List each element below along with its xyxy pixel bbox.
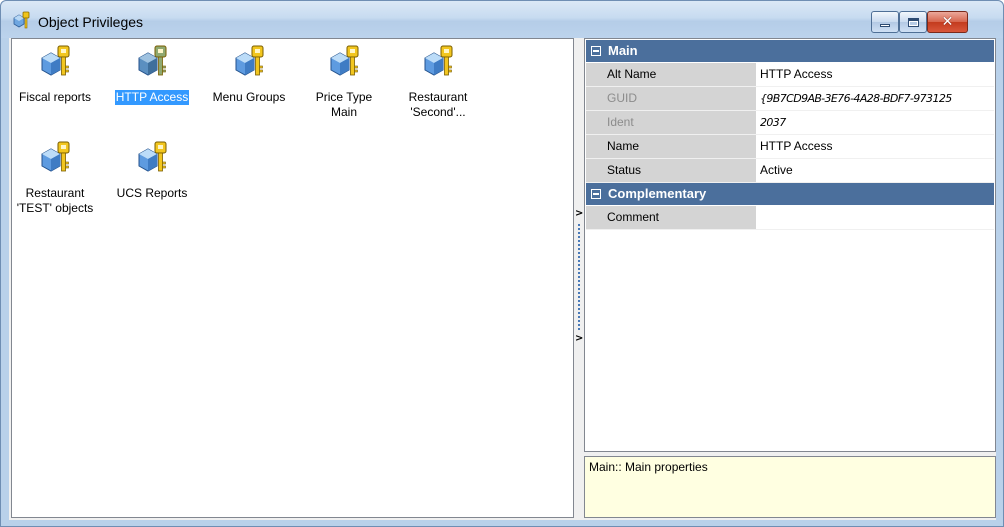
property-description-panel: Main:: Main properties xyxy=(584,456,996,518)
property-value[interactable]: HTTP Access xyxy=(756,63,994,86)
property-value[interactable] xyxy=(756,206,994,229)
object-item[interactable]: UCS Reports xyxy=(107,140,197,201)
category-complementary[interactable]: Complementary xyxy=(586,183,994,205)
main-property-row[interactable]: Alt Name HTTP Access xyxy=(586,63,994,87)
category-main[interactable]: Main xyxy=(586,40,994,62)
property-value: {9B7CD9AB-3E76-4A28-BDF7-973125 xyxy=(760,92,952,105)
object-key-icon xyxy=(138,141,167,172)
property-name: Comment xyxy=(586,206,756,229)
property-name: GUID xyxy=(586,87,756,110)
object-item-label: UCS Reports xyxy=(116,186,188,200)
object-item-label: Restaurant 'Second'... xyxy=(408,90,468,119)
category-complementary-label: Complementary xyxy=(608,186,707,201)
title-bar[interactable]: Object Privileges ✕ xyxy=(1,1,1003,38)
maximize-icon xyxy=(907,17,919,27)
category-main-label: Main xyxy=(608,43,638,58)
object-item-label: Restaurant 'TEST' objects xyxy=(16,186,94,215)
property-grid[interactable]: Main Alt Name HTTP Access GUID {9B7CD9AB-3E… xyxy=(584,38,996,452)
object-key-icon xyxy=(41,45,70,76)
object-key-icon xyxy=(138,45,167,76)
main-property-row[interactable]: GUID {9B7CD9AB-3E76-4A28-BDF7-973125 xyxy=(586,87,994,111)
property-name: Status xyxy=(586,159,756,182)
complementary-property-row[interactable]: Comment xyxy=(586,206,994,230)
object-privilege-icon xyxy=(13,11,30,29)
splitter-grip[interactable] xyxy=(578,224,580,332)
close-icon: ✕ xyxy=(941,14,954,30)
expand-arrow-icon[interactable]: > xyxy=(575,208,583,219)
property-value[interactable]: Active xyxy=(756,159,994,182)
object-item[interactable]: Restaurant 'TEST' objects xyxy=(10,140,100,216)
object-item[interactable]: Restaurant 'Second'... xyxy=(393,44,483,120)
window-title: Object Privileges xyxy=(38,14,144,30)
minimize-icon xyxy=(880,23,890,27)
object-privileges-window: Object Privileges ✕ Fiscal reports HTTP … xyxy=(0,0,1004,527)
minimize-button[interactable] xyxy=(871,11,899,33)
object-item-label: Fiscal reports xyxy=(18,90,92,104)
expand-arrow-icon-lower[interactable]: > xyxy=(575,333,583,344)
object-item[interactable]: HTTP Access xyxy=(107,44,197,105)
client-area: Fiscal reports HTTP Access Menu Groups P… xyxy=(9,38,996,520)
property-name: Ident xyxy=(586,111,756,134)
main-property-row[interactable]: Ident 2037 xyxy=(586,111,994,135)
object-key-icon xyxy=(41,141,70,172)
object-list-view[interactable]: Fiscal reports HTTP Access Menu Groups P… xyxy=(11,38,574,518)
property-value: 2037 xyxy=(760,116,786,129)
object-key-icon xyxy=(330,45,359,76)
object-key-icon xyxy=(424,45,453,76)
main-property-row[interactable]: Name HTTP Access xyxy=(586,135,994,159)
maximize-button[interactable] xyxy=(899,11,927,33)
property-name: Name xyxy=(586,135,756,158)
property-value[interactable]: HTTP Access xyxy=(756,135,994,158)
close-button[interactable]: ✕ xyxy=(927,11,968,33)
object-key-icon xyxy=(235,45,264,76)
object-item-label: HTTP Access xyxy=(114,90,190,105)
splitter[interactable]: > > xyxy=(575,38,584,518)
property-name: Alt Name xyxy=(586,63,756,86)
property-description-text: Main:: Main properties xyxy=(589,460,708,474)
object-item[interactable]: Menu Groups xyxy=(204,44,294,105)
main-property-row[interactable]: Status Active xyxy=(586,159,994,183)
object-item[interactable]: Price Type Main xyxy=(299,44,389,120)
collapse-icon[interactable] xyxy=(591,46,601,56)
object-item[interactable]: Fiscal reports xyxy=(10,44,100,105)
object-item-label: Menu Groups xyxy=(212,90,286,104)
object-item-label: Price Type Main xyxy=(315,90,373,119)
collapse-icon[interactable] xyxy=(591,189,601,199)
